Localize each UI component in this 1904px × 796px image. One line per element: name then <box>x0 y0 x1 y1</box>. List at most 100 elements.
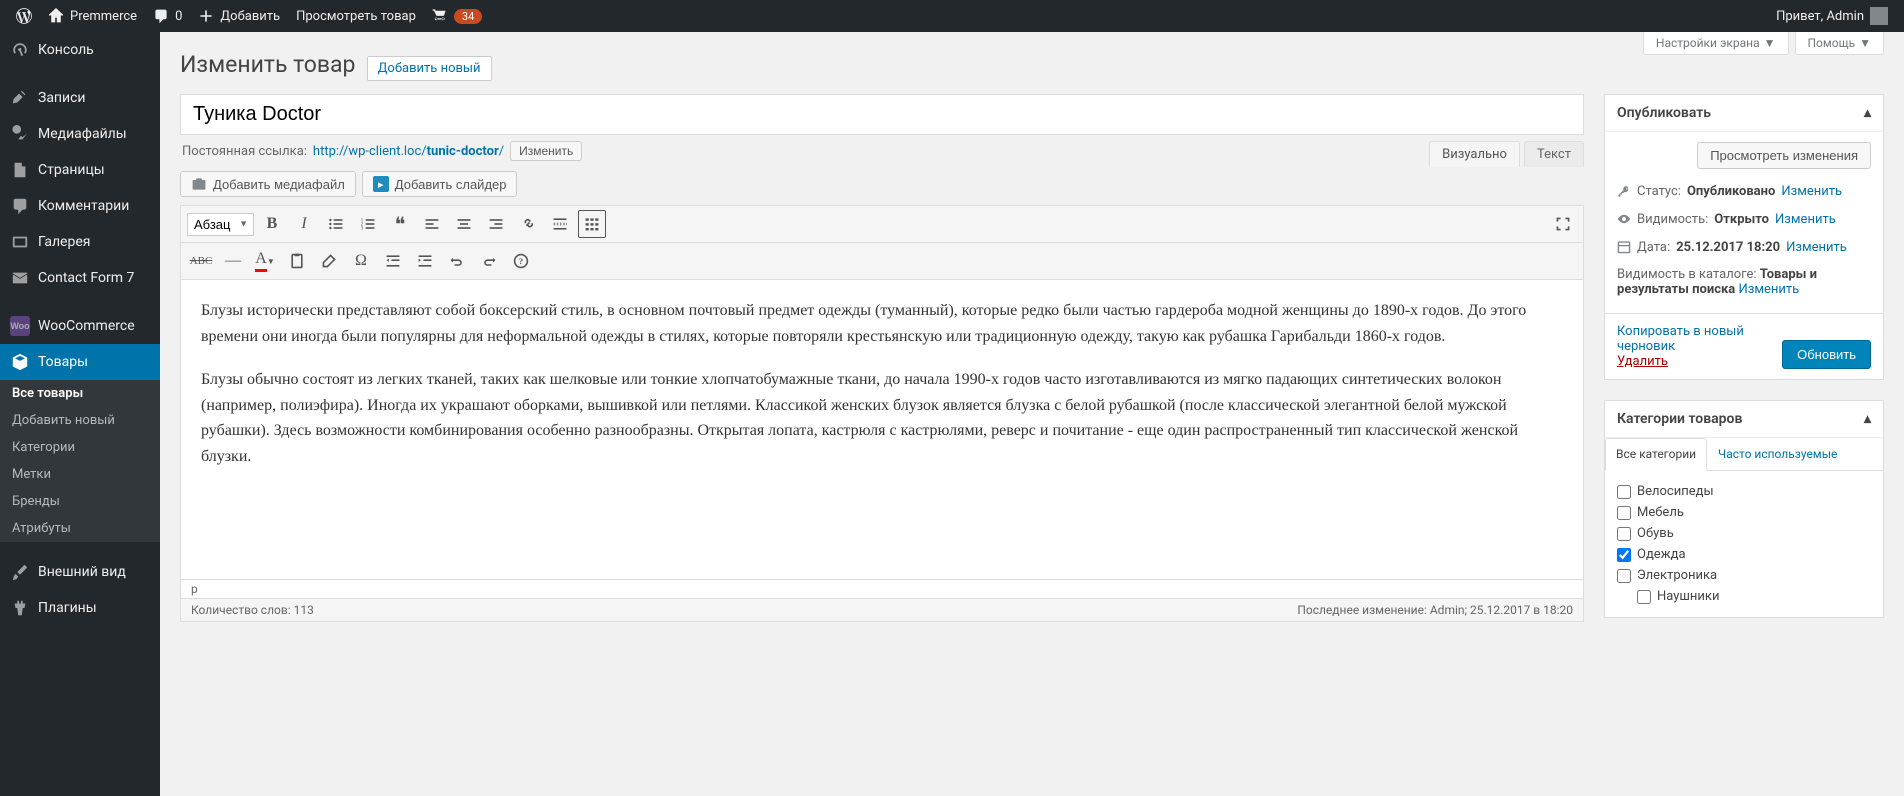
menu-gallery[interactable]: Галерея <box>0 224 160 260</box>
add-new-button[interactable]: Добавить новый <box>367 56 492 81</box>
menu-posts[interactable]: Записи <box>0 80 160 116</box>
page-title: Изменить товар <box>180 42 355 82</box>
strike-button[interactable]: ABC <box>187 247 215 275</box>
element-path: p <box>180 580 1584 599</box>
bold-button[interactable]: B <box>258 210 286 238</box>
category-item[interactable]: Мебель <box>1617 502 1871 523</box>
cart-icon <box>432 8 448 24</box>
bullet-list-button[interactable] <box>322 210 350 238</box>
more-button[interactable] <box>546 210 574 238</box>
text-tab[interactable]: Текст <box>1524 141 1584 167</box>
copy-draft-link[interactable]: Копировать в новый черновик <box>1617 324 1744 354</box>
edit-catalog-link[interactable]: Изменить <box>1739 282 1800 297</box>
undo-button[interactable] <box>443 247 471 275</box>
add-media-button[interactable]: Добавить медиафайл <box>180 171 356 197</box>
quote-button[interactable]: ❝ <box>386 210 414 238</box>
submenu-all-products[interactable]: Все товары <box>0 380 160 407</box>
preview-changes-button[interactable]: Просмотреть изменения <box>1697 142 1871 169</box>
list-ul-icon <box>328 216 344 232</box>
edit-date-link[interactable]: Изменить <box>1786 240 1847 255</box>
menu-media[interactable]: Медиафайлы <box>0 116 160 152</box>
menu-woocommerce[interactable]: WooWooCommerce <box>0 308 160 344</box>
category-item[interactable]: Велосипеды <box>1617 481 1871 502</box>
site-name-link[interactable]: Premmerce <box>40 0 145 32</box>
submenu-brands[interactable]: Бренды <box>0 488 160 515</box>
cat-tab-popular[interactable]: Часто используемые <box>1707 438 1848 470</box>
account-link[interactable]: Привет, Admin <box>1768 0 1896 32</box>
category-label: Мебель <box>1637 505 1684 520</box>
hr-button[interactable]: ― <box>219 247 247 275</box>
submenu-add-new[interactable]: Добавить новый <box>0 407 160 434</box>
align-right-button[interactable] <box>482 210 510 238</box>
menu-label: Комментарии <box>38 198 129 214</box>
special-char-button[interactable]: Ω <box>347 247 375 275</box>
paste-text-button[interactable] <box>283 247 311 275</box>
format-select[interactable]: Абзац <box>187 213 254 236</box>
category-checkbox[interactable] <box>1617 548 1631 562</box>
publish-header[interactable]: Опубликовать▴ <box>1605 95 1883 132</box>
menu-label: Страницы <box>38 162 105 178</box>
link-button[interactable] <box>514 210 542 238</box>
add-new-link[interactable]: Добавить <box>190 0 288 32</box>
toolbar-toggle-button[interactable] <box>578 210 606 238</box>
clear-format-button[interactable] <box>315 247 343 275</box>
site-name-text: Premmerce <box>70 9 137 24</box>
category-checkbox[interactable] <box>1617 569 1631 583</box>
menu-cf7[interactable]: Contact Form 7 <box>0 260 160 296</box>
add-slider-button[interactable]: ▸Добавить слайдер <box>362 171 518 197</box>
italic-button[interactable]: I <box>290 210 318 238</box>
category-item[interactable]: Одежда <box>1617 544 1871 565</box>
category-item[interactable]: Электроника <box>1617 565 1871 586</box>
kitchen-sink-icon <box>584 216 600 232</box>
help-button[interactable]: ? <box>507 247 535 275</box>
redo-button[interactable] <box>475 247 503 275</box>
submenu-attributes[interactable]: Атрибуты <box>0 515 160 542</box>
outdent-button[interactable] <box>379 247 407 275</box>
align-right-icon <box>488 216 504 232</box>
category-checkbox[interactable] <box>1617 506 1631 520</box>
view-item-link[interactable]: Просмотреть товар <box>288 0 424 32</box>
post-title-input[interactable] <box>180 94 1584 135</box>
plugin-icon <box>10 598 30 618</box>
menu-dashboard[interactable]: Консоль <box>0 32 160 68</box>
category-checkbox[interactable] <box>1617 527 1631 541</box>
submenu-tags[interactable]: Метки <box>0 461 160 488</box>
indent-button[interactable] <box>411 247 439 275</box>
number-list-button[interactable]: 123 <box>354 210 382 238</box>
edit-permalink-button[interactable]: Изменить <box>510 141 582 161</box>
align-center-button[interactable] <box>450 210 478 238</box>
screen-options-tab[interactable]: Настройки экрана ▼ <box>1643 32 1789 55</box>
trash-link[interactable]: Удалить <box>1617 354 1668 369</box>
edit-visibility-link[interactable]: Изменить <box>1775 212 1836 227</box>
categories-header[interactable]: Категории товаров▴ <box>1605 401 1883 438</box>
category-item[interactable]: Обувь <box>1617 523 1871 544</box>
view-item-text: Просмотреть товар <box>296 9 416 24</box>
comments-link[interactable]: 0 <box>145 0 190 32</box>
fullscreen-button[interactable] <box>1549 210 1577 238</box>
menu-plugins[interactable]: Плагины <box>0 590 160 626</box>
menu-products[interactable]: Товары <box>0 344 160 380</box>
cat-tab-all[interactable]: Все категории <box>1605 438 1707 471</box>
update-button[interactable]: Обновить <box>1782 340 1871 369</box>
visual-tab[interactable]: Визуально <box>1429 141 1520 167</box>
redo-icon <box>481 253 497 269</box>
align-center-icon <box>456 216 472 232</box>
updates-link[interactable]: 34 <box>424 0 490 32</box>
dashboard-icon <box>10 40 30 60</box>
category-checkbox[interactable] <box>1617 485 1631 499</box>
align-left-icon <box>424 216 440 232</box>
menu-comments[interactable]: Комментарии <box>0 188 160 224</box>
editor-content[interactable]: Блузы исторически представляют собой бок… <box>180 280 1584 580</box>
submenu-categories[interactable]: Категории <box>0 434 160 461</box>
permalink-link[interactable]: http://wp-client.loc/tunic-doctor/ <box>313 144 504 159</box>
category-checkbox[interactable] <box>1637 590 1651 604</box>
textcolor-button[interactable]: A ▼ <box>251 247 279 275</box>
menu-appearance[interactable]: Внешний вид <box>0 554 160 590</box>
permalink-label: Постоянная ссылка: <box>182 144 307 159</box>
align-left-button[interactable] <box>418 210 446 238</box>
wp-logo[interactable] <box>8 0 40 32</box>
category-item[interactable]: Наушники <box>1617 586 1871 607</box>
edit-status-link[interactable]: Изменить <box>1781 184 1842 199</box>
help-tab[interactable]: Помощь ▼ <box>1795 32 1885 55</box>
menu-pages[interactable]: Страницы <box>0 152 160 188</box>
